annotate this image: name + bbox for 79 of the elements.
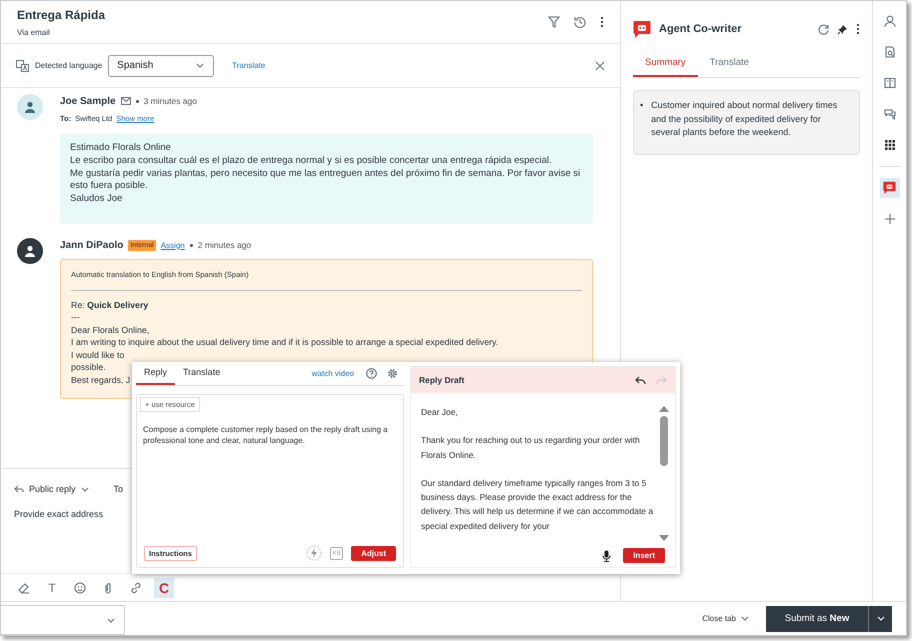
message-line: I am writing to inquire about the usual delivery time and if it is possible to arrange a special expedited delivery. — [71, 336, 498, 349]
scroll-down-icon[interactable] — [659, 535, 669, 542]
chevron-icon — [876, 614, 886, 623]
draft-text: Dear Joe, Thank you for reaching out to us regarding your order with Florals Online. Our standard delivery timeframe typically ranges from 3 to 5 business days. Please provide the exact address for the delivery. This will help us determine if we can accommodate a special expedited delivery for your — [421, 406, 654, 533]
add-icon — [884, 213, 896, 225]
reply-text: Provide exact address — [14, 509, 104, 519]
ticket-title: Entrega Rápida — [17, 8, 106, 22]
watch-video-link[interactable]: watch video — [312, 369, 354, 378]
draft-title: Reply Draft — [419, 375, 466, 385]
chat-icon — [884, 108, 896, 120]
language-select[interactable]: Spanish — [108, 54, 214, 76]
channel-label: Via email — [17, 28, 51, 36]
spark-icon[interactable] — [306, 545, 322, 561]
message-line: --- — [71, 311, 80, 324]
person-icon — [884, 15, 896, 27]
document-search-icon — [884, 46, 896, 58]
insert-button[interactable]: Insert — [623, 548, 665, 563]
scroll-up-icon[interactable] — [659, 405, 669, 412]
more-icon[interactable] — [600, 16, 604, 28]
chevron-icon — [195, 61, 206, 70]
microphone-icon[interactable] — [602, 550, 612, 562]
timestamp: 2 minutes ago — [198, 240, 252, 250]
scrollbar-thumb[interactable] — [660, 416, 668, 466]
cowriter-tab[interactable] — [880, 178, 900, 198]
link-icon — [130, 582, 142, 594]
panel-tab[interactable]: Translate — [698, 51, 761, 77]
adjust-button[interactable]: Adjust — [351, 546, 396, 560]
settings-icon[interactable] — [387, 368, 398, 379]
eraser-icon — [18, 582, 30, 594]
history-icon[interactable] — [574, 16, 586, 28]
cowriter-logo-icon — [633, 20, 651, 38]
submit-button[interactable]: Submit as New — [766, 606, 868, 632]
email-icon — [120, 97, 131, 105]
close-icon[interactable] — [595, 60, 605, 70]
cowriter-icon — [883, 181, 896, 195]
close-tab-dropdown[interactable]: Close tab — [696, 613, 756, 624]
message-line: Saludos Joe — [70, 193, 124, 206]
help-icon[interactable] — [366, 368, 377, 379]
popup-tab[interactable]: Translate — [175, 362, 228, 385]
author-name: Joe Sample — [60, 96, 116, 106]
to-label: To — [114, 484, 124, 494]
avatar — [17, 238, 43, 264]
message-line: Le escribo para consultar cuál es el plazo de entrega normal y si es posible concertar una entrega rápida especial. — [70, 154, 553, 168]
bullet: • — [640, 99, 644, 112]
chevron-icon — [106, 616, 116, 624]
summary-text: Customer inquired about normal delivery times and the possibility of expedited delivery for several plants before the weekend. — [651, 99, 838, 139]
emoji-icon — [74, 582, 86, 594]
message-line: Re: Quick Delivery — [71, 298, 148, 312]
timestamp: 3 minutes ago — [144, 96, 197, 106]
assign-link[interactable]: Assign — [160, 240, 185, 250]
popup-tab[interactable]: Reply — [136, 362, 176, 385]
message-line: Best regards, J — [71, 374, 130, 386]
translate-link[interactable]: Translate — [232, 61, 266, 70]
more-icon[interactable] — [856, 23, 860, 35]
panel-title: Agent Co-writer — [659, 23, 742, 35]
refresh-icon[interactable] — [818, 24, 829, 34]
translate-icon — [16, 60, 29, 72]
undo-icon[interactable] — [635, 376, 646, 384]
avatar — [17, 94, 43, 120]
reply-icon — [14, 485, 24, 493]
book-icon — [884, 77, 896, 89]
panel-tab[interactable]: Summary — [633, 51, 698, 77]
cowriter-button[interactable]: C — [154, 578, 174, 598]
chevron-icon — [740, 614, 750, 623]
chevron-icon — [80, 484, 90, 494]
author-name: Jann DiPaolo — [60, 240, 124, 250]
text-format-button[interactable]: T — [42, 578, 62, 598]
message-line: I would like to — [71, 348, 124, 362]
pin-icon[interactable] — [837, 24, 848, 34]
apps-icon — [884, 139, 896, 151]
submit-options-button[interactable] — [868, 606, 892, 632]
message-line: Dear Florals Online, — [71, 324, 150, 336]
message-line: possible. — [71, 361, 106, 374]
prompt-text: Compose a complete customer reply based on the reply draft using a professional tone and clear, natural language. — [143, 424, 389, 447]
reply-mode-dropdown[interactable]: Public reply — [29, 479, 90, 499]
message-line: Estimado Florals Online — [70, 142, 172, 155]
detected-language-label: Detected language — [35, 61, 102, 70]
filter-icon[interactable] — [548, 16, 560, 28]
message-line: Me gustaría pedir varias plantas, pero necesito que me las entreguen antes del próximo fin de semana. Por favor avise si esto fuera posible. — [70, 168, 582, 194]
